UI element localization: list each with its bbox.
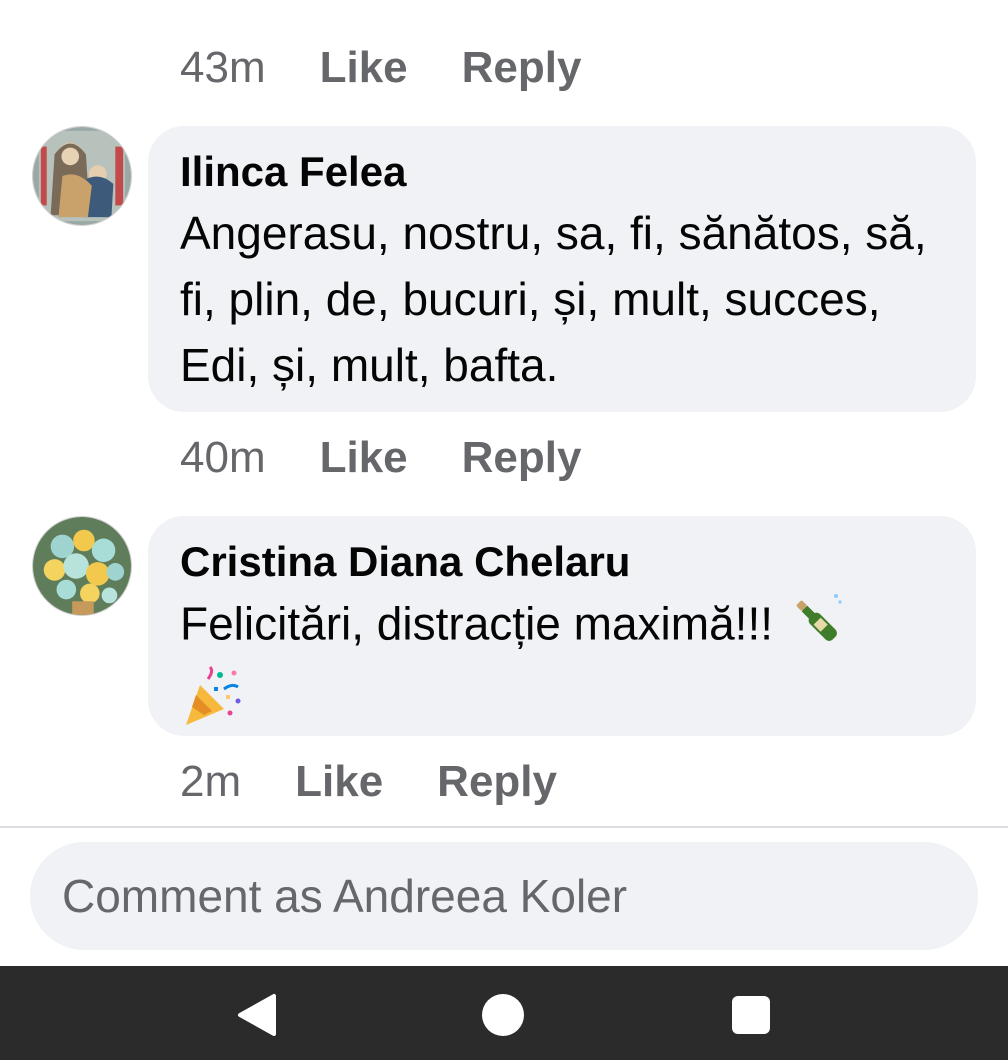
party-popper-icon: [180, 665, 244, 746]
reply-button[interactable]: Reply: [462, 433, 582, 483]
avatar[interactable]: [32, 126, 132, 226]
home-icon[interactable]: [480, 992, 526, 1038]
comment-bubble: Cristina Diana Chelaru Felicitări, distr…: [148, 516, 976, 736]
comment-timestamp: 2m: [180, 757, 242, 806]
comment-input-placeholder: Comment as Andreea Koler: [62, 870, 628, 922]
comment-author[interactable]: Cristina Diana Chelaru: [180, 536, 946, 588]
back-icon[interactable]: [234, 992, 280, 1038]
comment-timestamp: 43m: [180, 43, 266, 92]
like-button[interactable]: Like: [320, 433, 408, 483]
comment-actions-row: 40m Like Reply: [180, 428, 581, 488]
avatar[interactable]: [32, 516, 132, 616]
bottle-with-popping-cork-icon: [786, 590, 844, 665]
comment-timestamp: 40m: [180, 433, 266, 482]
flower-bouquet-avatar: [33, 517, 131, 615]
comment-text: Angerasu, nostru, sa, fi, sănătos, să, f…: [180, 207, 927, 391]
comment-text-block: Felicitări, distracție maximă!!!: [180, 590, 946, 746]
reply-button[interactable]: Reply: [462, 43, 582, 93]
comment-text: Felicitări, distracție maximă!!!: [180, 597, 774, 650]
like-button[interactable]: Like: [295, 757, 383, 807]
like-button[interactable]: Like: [320, 43, 408, 93]
comment-author[interactable]: Ilinca Felea: [180, 146, 946, 198]
comment-input[interactable]: Comment as Andreea Koler: [30, 842, 978, 950]
comment-actions-row: 43m Like Reply: [180, 38, 581, 98]
reply-button[interactable]: Reply: [437, 757, 557, 807]
divider: [0, 826, 1008, 828]
comments-screen: 43m Like Reply Ilinca Felea Angerasu, no…: [0, 0, 1008, 1060]
comment-actions-row: 2m Like Reply: [180, 752, 557, 812]
system-navigation-bar: [0, 966, 1008, 1060]
religious-icon-avatar: [33, 127, 131, 225]
recents-icon[interactable]: [728, 992, 774, 1038]
comment-bubble: Ilinca Felea Angerasu, nostru, sa, fi, s…: [148, 126, 976, 412]
